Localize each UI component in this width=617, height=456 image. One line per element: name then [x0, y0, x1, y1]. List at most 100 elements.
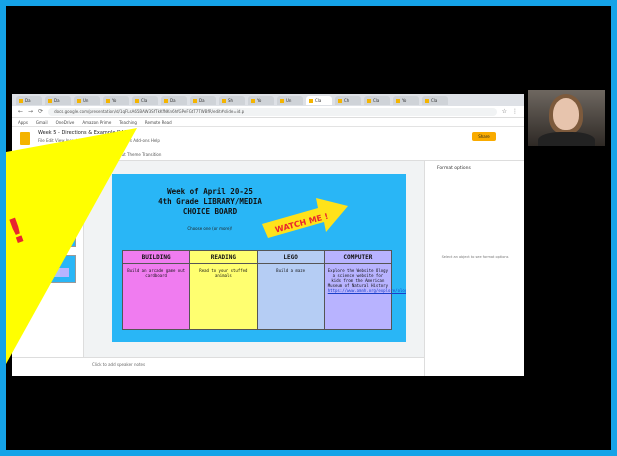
browser-tab[interactable]: Cla	[364, 95, 390, 105]
slide-title: Week of April 20-25 4th Grade LIBRARY/ME…	[144, 187, 276, 217]
cell-text: Build a maze	[276, 268, 306, 273]
menu-icon[interactable]: ⋮	[512, 106, 518, 118]
slide-thumbnail[interactable]	[26, 185, 76, 213]
tab-label: Da	[54, 97, 60, 103]
tab-label: Cla	[141, 97, 148, 103]
browser-tab[interactable]: Da	[16, 95, 42, 105]
webcam-face	[553, 98, 579, 130]
tab-label: Sh	[228, 97, 234, 103]
slide-canvas: Week of April 20-25 4th Grade LIBRARY/ME…	[84, 161, 424, 357]
column-header-reading: READING	[189, 250, 258, 264]
watch-me-arrow-icon: WATCH ME !	[262, 198, 348, 238]
bookmark-apps[interactable]: Apps	[18, 120, 28, 125]
panel-title: Format options	[437, 166, 471, 171]
format-options-panel: Format options Select an object to see f…	[424, 161, 524, 376]
tab-label: Un	[83, 97, 89, 103]
slides-toolbar[interactable]: Background Layout Theme Transition	[12, 149, 524, 161]
slides-logo-icon[interactable]	[20, 132, 30, 145]
forward-icon[interactable]: →	[28, 106, 33, 118]
tab-label: Cla	[315, 97, 322, 103]
browser-tab[interactable]: Cla	[306, 95, 332, 105]
column-header-lego: LEGO	[256, 250, 325, 264]
browser-tab[interactable]: Un	[277, 95, 303, 105]
star-icon[interactable]: ☆	[502, 106, 507, 118]
slide-thumbnail[interactable]	[26, 219, 76, 247]
browser-tab[interactable]: Yo	[103, 95, 129, 105]
tab-favicon-icon	[19, 98, 23, 103]
column-header-computer: COMPUTER	[323, 250, 393, 264]
tab-label: Un	[286, 97, 292, 103]
tab-favicon-icon	[338, 98, 342, 103]
slide-filmstrip	[12, 161, 84, 357]
url-field[interactable]: docs.google.com/presentation/d/1qFLsA65B…	[48, 107, 497, 116]
cell-computer: Explore the Website Ology a science webs…	[323, 263, 406, 330]
cell-text: Read to your stuffed animals	[199, 268, 248, 278]
ology-link[interactable]: https://www.amnh.org/explore/ology	[328, 288, 406, 293]
choice-board-table: BUILDING READING LEGO COMPUTER Build an …	[121, 250, 406, 330]
tab-label: Yo	[402, 97, 407, 103]
bookmark-onedrive[interactable]: OneDrive	[56, 120, 75, 125]
tab-favicon-icon	[135, 98, 139, 103]
slide-subtitle: Choose one (or more)!	[187, 226, 233, 231]
browser-tab[interactable]: Da	[161, 95, 187, 105]
browser-tab[interactable]: Yo	[248, 95, 274, 105]
thumbnail-table	[33, 268, 69, 277]
browser-tab[interactable]: Un	[74, 95, 100, 105]
panel-message: Select an object to see format options	[441, 255, 509, 259]
bookmark-amazon[interactable]: Amazon Prime	[82, 120, 111, 125]
slide-thumbnail[interactable]	[26, 255, 76, 283]
bookmark-remote-read[interactable]: Remote Read	[145, 120, 172, 125]
bookmarks-bar: Apps Gmail OneDrive Amazon Prime Teachin…	[12, 118, 524, 127]
cell-reading: Read to your stuffed animals	[189, 263, 258, 330]
browser-tab-bar: Da Da Un Yo Cla Da Da Sh Yo Un Cla Ch Cla Yo Cla	[12, 94, 524, 106]
tab-label: Da	[25, 97, 31, 103]
cell-text: Explore the Website Ology a science webs…	[327, 268, 388, 288]
tab-favicon-icon	[251, 98, 255, 103]
tab-favicon-icon	[48, 98, 52, 103]
menu-bar[interactable]: File Edit View Insert Format Slide Arran…	[38, 138, 160, 143]
tab-label: Yo	[257, 97, 262, 103]
browser-tab[interactable]: Sh	[219, 95, 245, 105]
title-line: Week of April 20-25	[167, 187, 253, 196]
thumbnail-table	[33, 232, 69, 241]
shared-screen: Da Da Un Yo Cla Da Da Sh Yo Un Cla Ch Cla Yo Cla ← → ⟳…	[12, 94, 524, 376]
tab-favicon-icon	[193, 98, 197, 103]
tab-label: Yo	[112, 97, 117, 103]
bookmark-gmail[interactable]: Gmail	[36, 120, 48, 125]
tab-favicon-icon	[367, 98, 371, 103]
tab-favicon-icon	[222, 98, 226, 103]
webcam-shoulders	[538, 132, 595, 146]
browser-tab[interactable]: Da	[190, 95, 216, 105]
browser-tab[interactable]: Cla	[422, 95, 448, 105]
tab-label: Ch	[344, 97, 350, 103]
webcam-feed	[528, 90, 605, 146]
tab-label: Da	[199, 97, 205, 103]
browser-tab[interactable]: Yo	[393, 95, 419, 105]
browser-tab[interactable]: Cla	[132, 95, 158, 105]
slides-header: Week 5 - Directions & Example DAS File E…	[12, 127, 524, 149]
tab-label: Cla	[373, 97, 380, 103]
browser-tab[interactable]: Da	[45, 95, 71, 105]
filmstrip-footer	[12, 357, 84, 376]
tab-favicon-icon	[77, 98, 81, 103]
speaker-notes[interactable]: Click to add speaker notes	[84, 357, 424, 376]
thumbnail-table	[33, 198, 69, 207]
address-bar: ← → ⟳ docs.google.com/presentation/d/1qF…	[12, 106, 524, 118]
back-icon[interactable]: ←	[18, 106, 23, 118]
tab-label: Da	[170, 97, 176, 103]
video-stage: Da Da Un Yo Cla Da Da Sh Yo Un Cla Ch Cla Yo Cla ← → ⟳…	[6, 6, 611, 450]
document-title[interactable]: Week 5 - Directions & Example DAS	[38, 130, 127, 136]
tab-favicon-icon	[106, 98, 110, 103]
reload-icon[interactable]: ⟳	[38, 106, 43, 118]
column-header-building: BUILDING	[121, 250, 191, 264]
bookmark-teaching[interactable]: Teaching	[119, 120, 137, 125]
tab-label: Cla	[431, 97, 438, 103]
tab-favicon-icon	[309, 98, 313, 103]
tab-favicon-icon	[164, 98, 168, 103]
tab-favicon-icon	[425, 98, 429, 103]
cell-text: Build an arcade game out cardboard	[127, 268, 186, 278]
cell-building: Build an arcade game out cardboard	[121, 263, 191, 330]
current-slide[interactable]: Week of April 20-25 4th Grade LIBRARY/ME…	[112, 174, 406, 342]
browser-tab[interactable]: Ch	[335, 95, 361, 105]
share-button[interactable]: Share	[472, 132, 496, 141]
